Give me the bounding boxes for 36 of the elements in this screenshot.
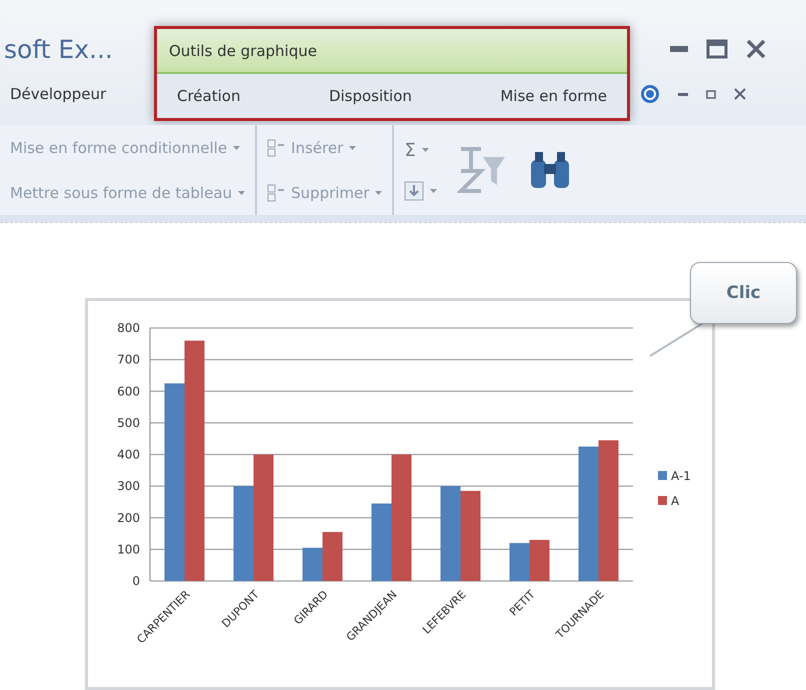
axis-tick-label: 0 <box>132 574 140 588</box>
ribbon-tab[interactable]: Création <box>167 83 250 109</box>
maximize-icon[interactable] <box>706 39 728 59</box>
ribbon-tab[interactable]: Développeur <box>0 81 116 107</box>
ribbon-tab[interactable]: Mise en forme <box>490 83 617 109</box>
axis-tick-label: 400 <box>117 448 140 462</box>
table-cells-icon <box>267 138 286 156</box>
window-title: soft Ex... <box>3 34 114 64</box>
close-icon[interactable] <box>734 88 746 100</box>
axis-tick-label: 300 <box>117 479 140 494</box>
caret-icon <box>375 190 382 194</box>
ribbon-tab[interactable]: Disposition <box>318 83 422 109</box>
caret-icon <box>233 146 240 150</box>
caret-icon <box>238 190 246 194</box>
bar <box>510 543 530 581</box>
fill-down-icon[interactable] <box>404 180 424 200</box>
bar <box>530 540 550 581</box>
contextual-tab-title: Outils de graphique <box>168 42 317 60</box>
caret-icon <box>349 146 356 150</box>
caret-icon <box>422 148 429 152</box>
table-cells-icon <box>267 184 286 202</box>
axis-tick-label: 100 <box>117 542 140 556</box>
axis-tick-label: 800 <box>117 321 140 335</box>
minimize-icon[interactable] <box>678 92 688 96</box>
help-icon[interactable] <box>640 84 660 104</box>
axis-tick-label: 700 <box>117 352 140 367</box>
axis-tick-label: 200 <box>117 510 140 525</box>
callout: Clic <box>690 262 797 324</box>
autosum-button[interactable]: Σ <box>404 140 416 160</box>
legend-label: A-1 <box>671 469 691 483</box>
axis-tick-label: 500 <box>117 416 140 430</box>
restore-icon[interactable] <box>706 90 716 98</box>
close-icon[interactable] <box>746 39 766 59</box>
axis-tick-label: 600 <box>117 384 140 398</box>
legend-label: A <box>671 494 680 508</box>
caret-icon <box>430 188 438 192</box>
